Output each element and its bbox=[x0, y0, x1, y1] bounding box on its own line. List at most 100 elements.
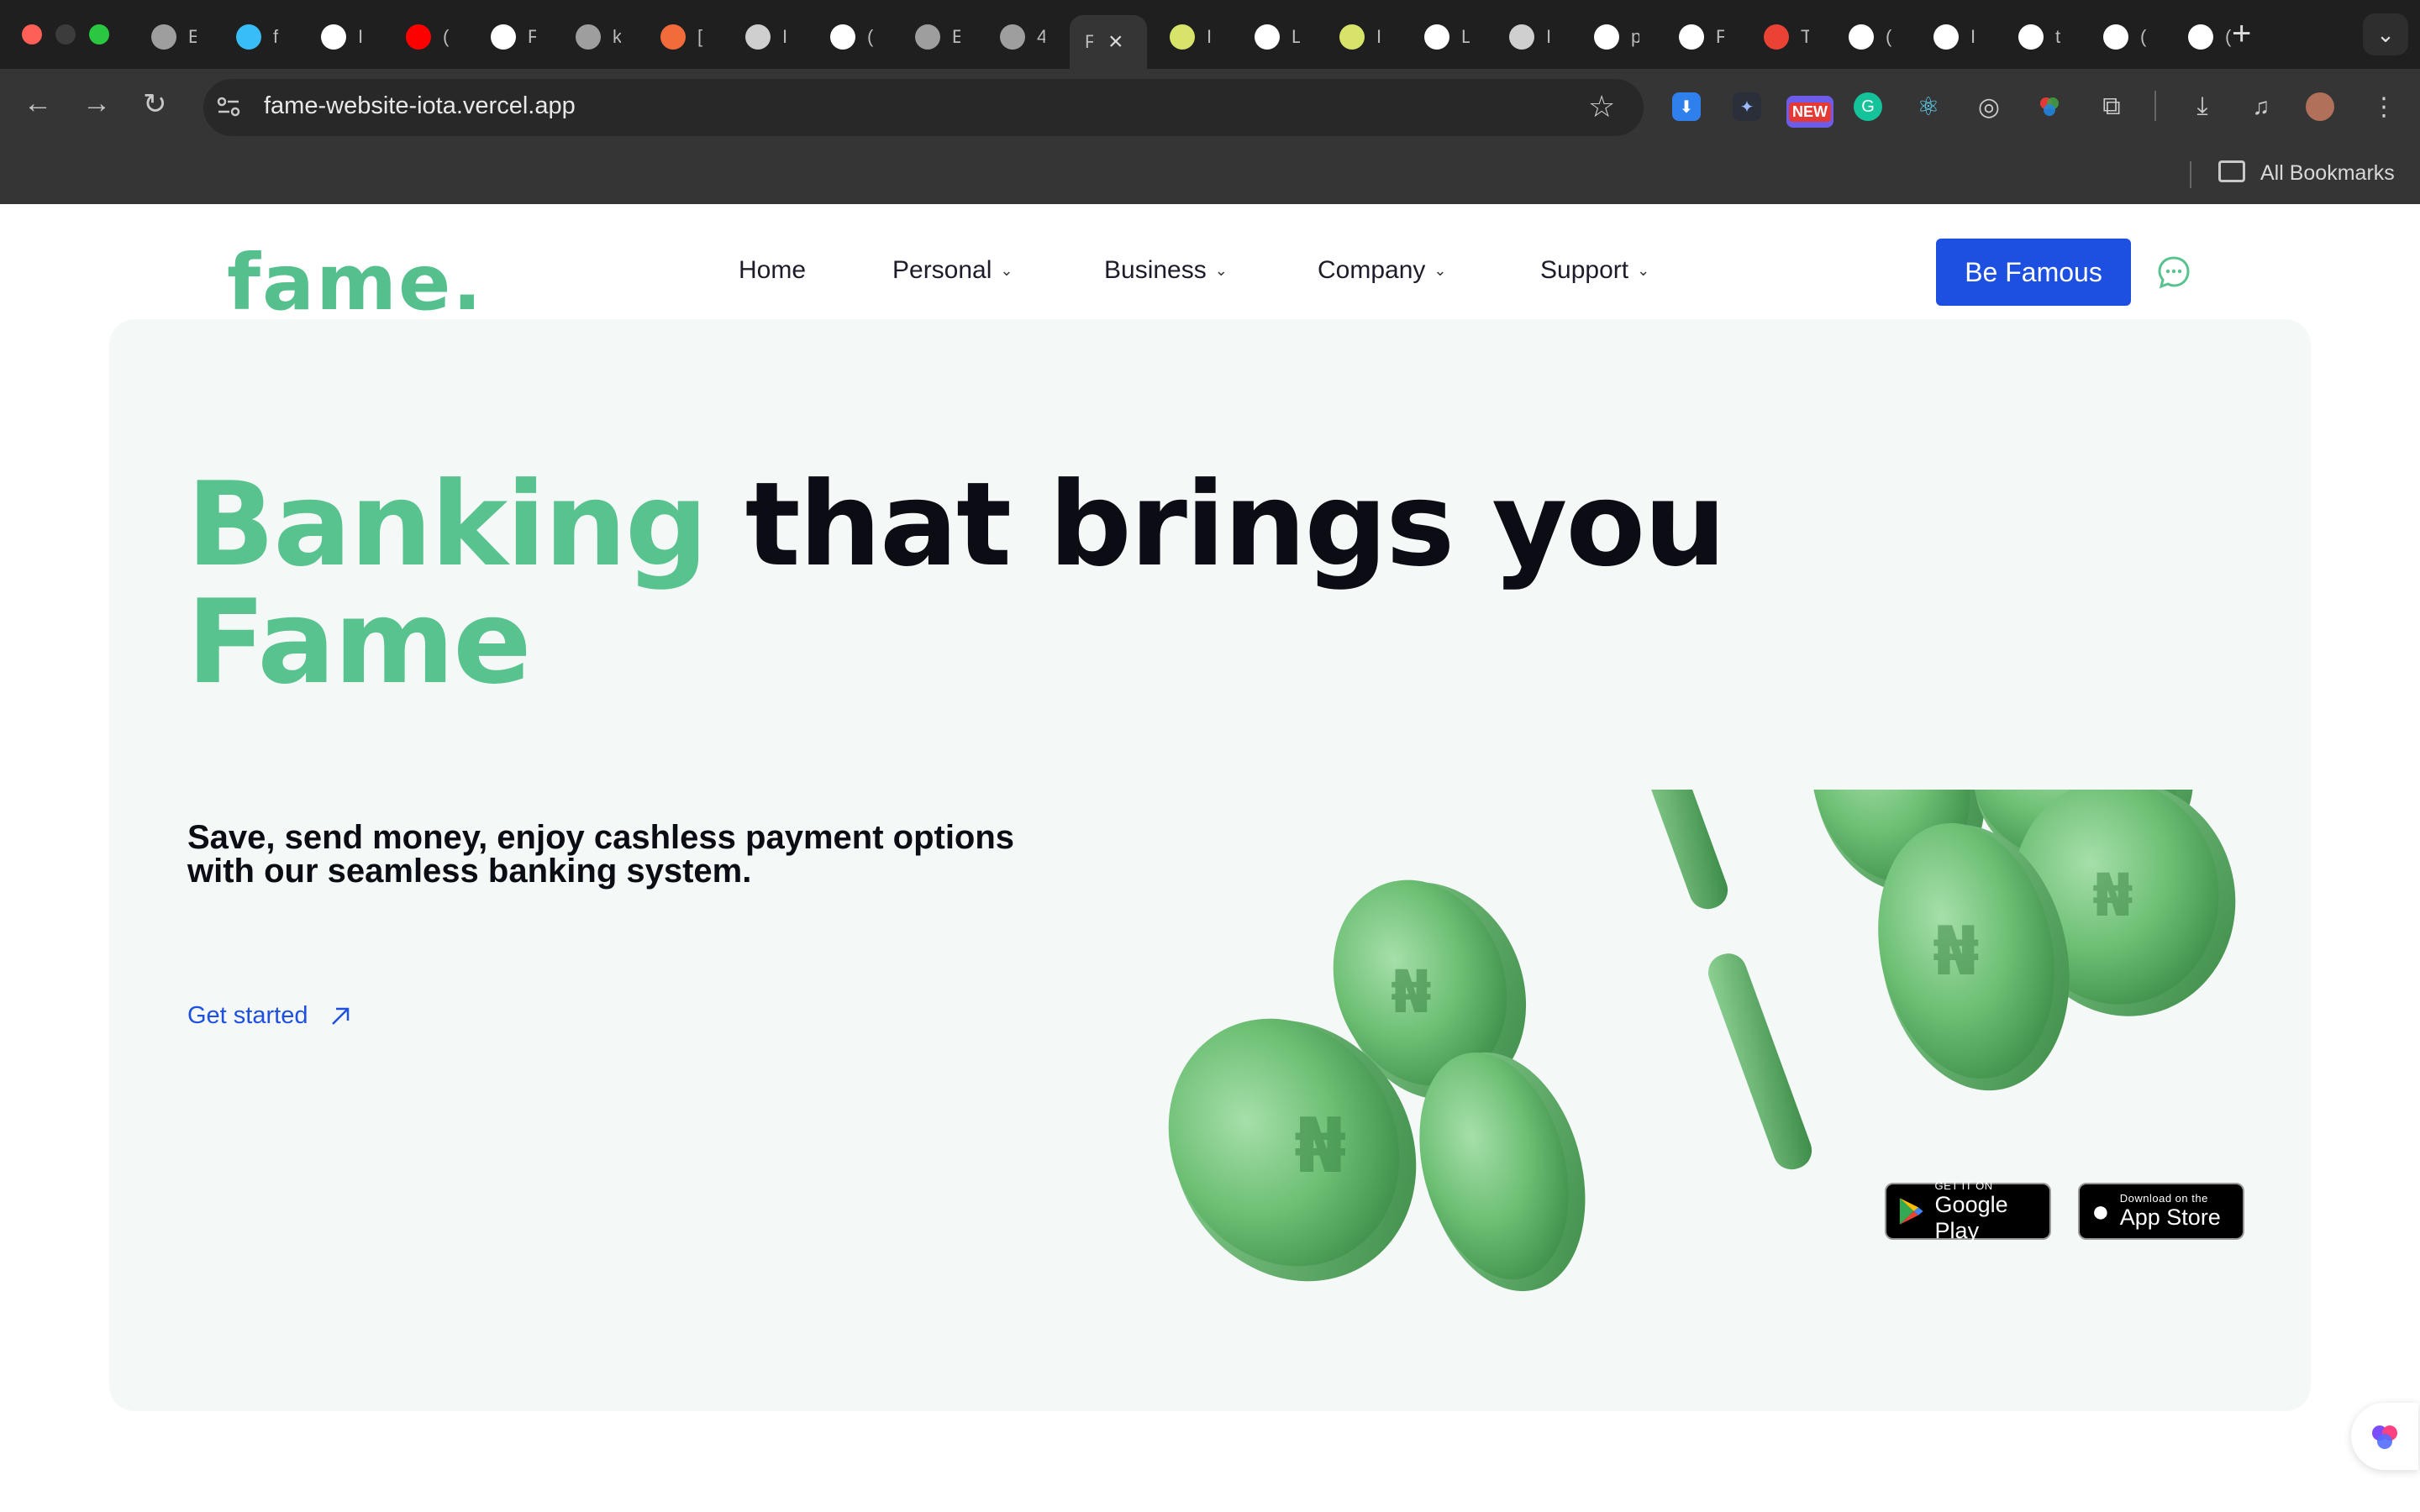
new-extension-icon[interactable]: NEW bbox=[1786, 96, 1833, 128]
vercel-icon bbox=[830, 24, 855, 50]
globe-icon bbox=[151, 24, 176, 50]
tab-search-button[interactable]: ⌄ bbox=[2363, 13, 2408, 55]
browser-menu-icon[interactable]: ⋮ bbox=[2370, 92, 2398, 121]
browser-tab[interactable]: I bbox=[1155, 15, 1232, 59]
gmail-icon bbox=[1764, 24, 1789, 50]
browser-tab[interactable]: p bbox=[1579, 15, 1656, 59]
bookmark-star-icon[interactable]: ☆ bbox=[1588, 89, 1615, 124]
grammarly-icon[interactable]: G bbox=[1854, 92, 1882, 121]
maximize-window-button[interactable] bbox=[89, 24, 109, 45]
tab-title: ( bbox=[867, 26, 874, 47]
reload-button[interactable]: ↻ bbox=[143, 87, 167, 121]
github-icon bbox=[491, 24, 516, 50]
globe-icon bbox=[1000, 24, 1025, 50]
nav-company-label: Company bbox=[1318, 256, 1426, 284]
media-control-icon[interactable]: ♫ bbox=[2247, 92, 2275, 121]
stack-icon bbox=[1170, 24, 1195, 50]
new-tab-button[interactable]: + bbox=[2232, 15, 2251, 53]
tab-title: I bbox=[1376, 26, 1382, 47]
svg-text:₦: ₦ bbox=[2092, 861, 2133, 930]
browser-tab[interactable]: F × bbox=[1070, 15, 1147, 69]
google-play-badge[interactable]: GET IT ON Google Play bbox=[1885, 1179, 2051, 1243]
color-extension-icon[interactable] bbox=[2035, 92, 2064, 121]
openai-icon bbox=[1679, 24, 1704, 50]
tab-title: 4 bbox=[1037, 26, 1045, 47]
browser-tab[interactable]: L bbox=[1409, 15, 1486, 59]
browser-tab[interactable]: [ bbox=[645, 15, 723, 59]
target-extension-icon[interactable]: ◎ bbox=[1975, 92, 2003, 121]
nav-support[interactable]: Support ⌄ bbox=[1540, 256, 1649, 285]
coin-stack-right: ₦ ₦ bbox=[1811, 790, 2236, 1091]
browser-tab[interactable]: E bbox=[900, 15, 977, 59]
tab-title: E bbox=[952, 26, 960, 47]
forward-button[interactable]: → bbox=[82, 87, 111, 120]
browser-tab[interactable]: T bbox=[1749, 15, 1826, 59]
tab-title: E bbox=[188, 26, 197, 47]
fame-logo[interactable]: fame. bbox=[227, 238, 483, 328]
browser-tab[interactable]: I bbox=[1324, 15, 1402, 59]
browser-tab[interactable]: 4 bbox=[985, 15, 1062, 59]
chrome-icon bbox=[1509, 24, 1534, 50]
browser-tab[interactable]: E bbox=[136, 15, 213, 59]
browser-tab[interactable]: t bbox=[2003, 15, 2081, 59]
nav-personal[interactable]: Personal ⌄ bbox=[892, 256, 1013, 285]
brain-extension-icon[interactable] bbox=[2351, 1403, 2418, 1470]
all-bookmarks-button[interactable]: All Bookmarks bbox=[2260, 161, 2395, 186]
app-store-badge[interactable]: ● Download on the App Store bbox=[2078, 1183, 2244, 1240]
browser-tab[interactable]: I bbox=[1918, 15, 1996, 59]
url-text[interactable]: fame-website-iota.vercel.app bbox=[264, 92, 576, 120]
vercel-icon bbox=[1933, 24, 1959, 50]
close-window-button[interactable] bbox=[22, 24, 42, 45]
browser-tab[interactable]: f bbox=[221, 15, 298, 59]
tab-title: I bbox=[782, 26, 788, 47]
close-tab-icon[interactable]: × bbox=[1108, 28, 1123, 56]
folder-icon bbox=[2218, 160, 2245, 182]
browser-tab[interactable]: ( bbox=[815, 15, 892, 59]
stack-icon bbox=[1339, 24, 1365, 50]
app-store-small-text: Download on the bbox=[2119, 1192, 2208, 1205]
get-started-link[interactable]: Get started bbox=[187, 1002, 351, 1030]
app-icon bbox=[321, 24, 346, 50]
browser-tab[interactable]: I bbox=[730, 15, 808, 59]
chat-icon[interactable] bbox=[2156, 255, 2191, 290]
google-play-small-text: GET IT ON bbox=[1934, 1179, 1993, 1192]
nav-company[interactable]: Company ⌄ bbox=[1318, 256, 1447, 285]
download-extension-icon[interactable]: ⬇ bbox=[1672, 92, 1701, 121]
react-devtools-icon[interactable]: ⚛ bbox=[1914, 92, 1943, 121]
tab-title: ( bbox=[2140, 26, 2147, 47]
get-started-label: Get started bbox=[187, 1002, 308, 1029]
chevron-down-icon: ⌄ bbox=[1434, 261, 1447, 279]
browser-tab[interactable]: ( bbox=[391, 15, 468, 59]
nav-business[interactable]: Business ⌄ bbox=[1104, 256, 1228, 285]
headline-green-word: Banking bbox=[187, 457, 708, 592]
browser-tab[interactable]: I bbox=[306, 15, 383, 59]
toolbar-divider bbox=[2154, 91, 2156, 121]
back-button[interactable]: ← bbox=[24, 87, 52, 120]
downloads-icon[interactable]: ⤓ bbox=[2188, 92, 2217, 121]
browser-tab[interactable]: k bbox=[560, 15, 638, 59]
bookmarks-divider bbox=[2190, 161, 2191, 188]
svg-text:₦: ₦ bbox=[1391, 958, 1432, 1026]
browser-tab[interactable]: L bbox=[1239, 15, 1317, 59]
tab-title: I bbox=[358, 26, 364, 47]
nav-home[interactable]: Home bbox=[739, 256, 806, 285]
browser-tab[interactable]: I bbox=[1494, 15, 1571, 59]
nav-support-label: Support bbox=[1540, 256, 1629, 284]
tab-title: f bbox=[273, 26, 279, 47]
site-info-icon[interactable] bbox=[215, 93, 242, 120]
extensions-puzzle-icon[interactable]: ⧉ bbox=[2097, 92, 2126, 121]
coin-thin-middle bbox=[1623, 790, 1812, 1170]
browser-tab[interactable]: F bbox=[1664, 15, 1741, 59]
tab-title: I bbox=[1970, 26, 1976, 47]
be-famous-button[interactable]: Be Famous bbox=[1936, 239, 2131, 306]
browser-tab[interactable]: F bbox=[476, 15, 553, 59]
tab-title: I bbox=[1546, 26, 1552, 47]
chrome-icon bbox=[745, 24, 771, 50]
bookmark-extension-icon[interactable]: ✦ bbox=[1733, 92, 1761, 121]
headline-dark-text: that brings you bbox=[706, 457, 1727, 592]
tailwind-icon bbox=[236, 24, 261, 50]
browser-tab[interactable]: ( bbox=[2088, 15, 2165, 59]
minimize-window-button[interactable] bbox=[55, 24, 76, 45]
browser-tab[interactable]: ( bbox=[1833, 15, 1911, 59]
profile-avatar[interactable] bbox=[2306, 92, 2334, 121]
